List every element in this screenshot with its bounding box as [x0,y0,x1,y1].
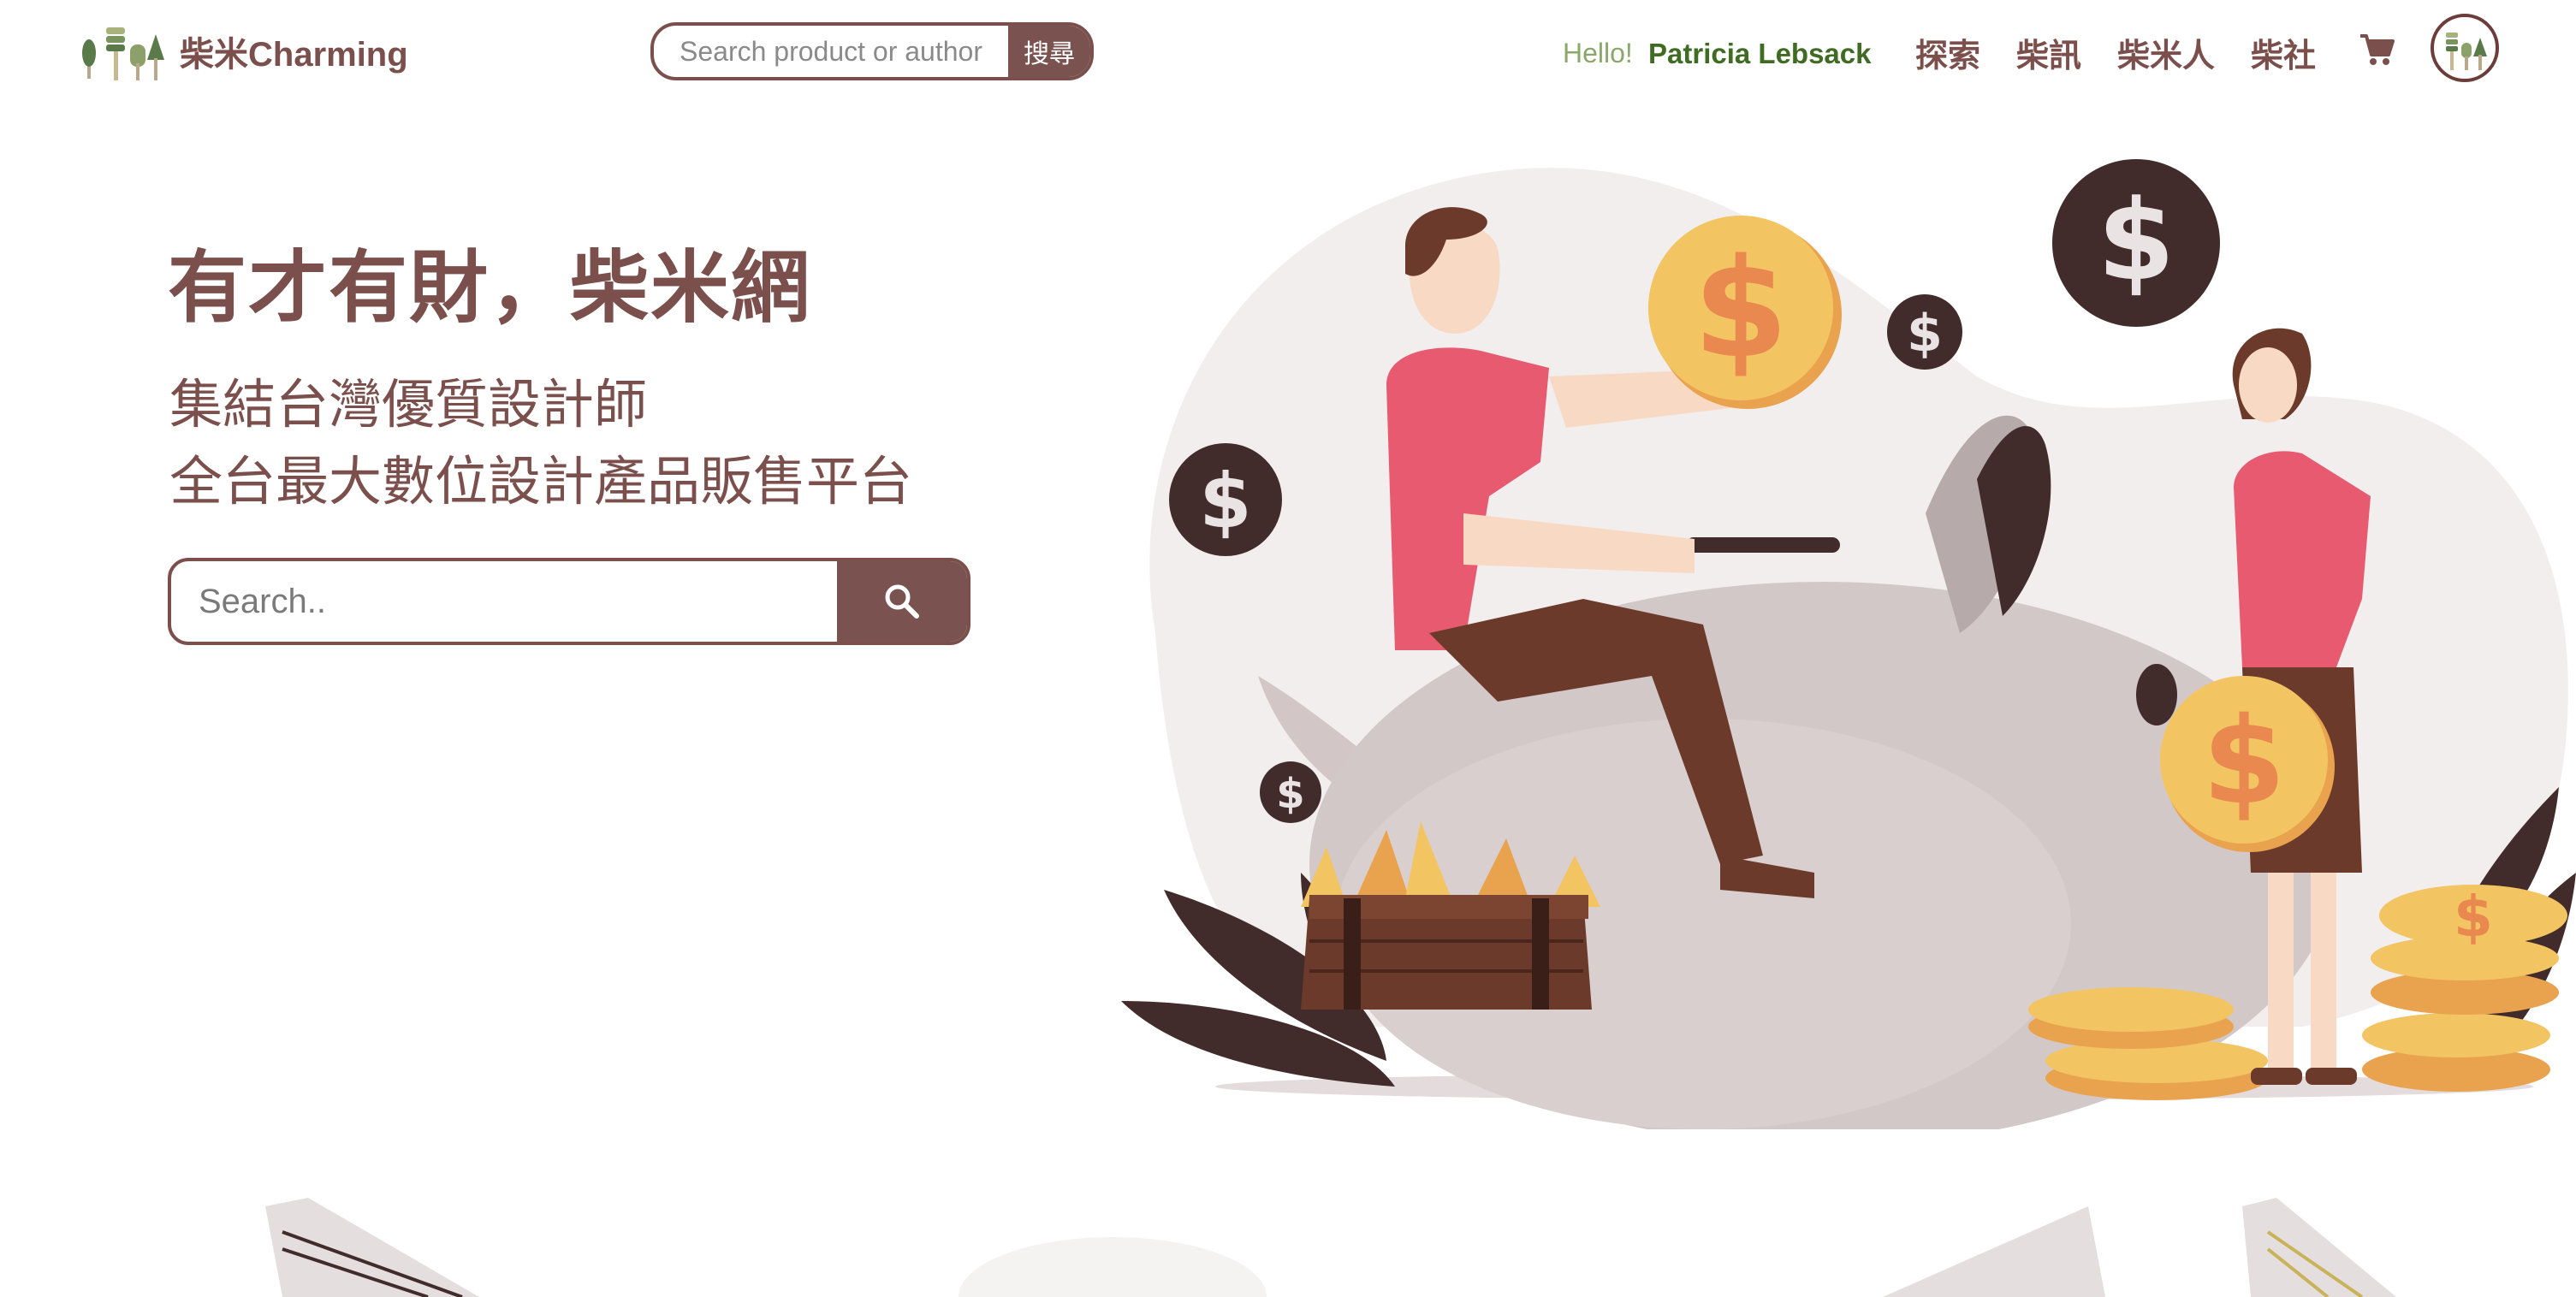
trees-logo-icon [82,27,164,80]
hero-subtitle-line2: 全台最大數位設計產品販售平台 [169,450,913,512]
hero-title: 有才有財，柴米網 [168,242,812,334]
nav-links: 探索 柴訊 柴米人 柴社 [1915,29,2316,76]
nav-link-community[interactable]: 柴社 [2251,29,2316,76]
svg-text:$: $ [2454,884,2493,950]
logo-text: 柴米Charming [180,36,408,74]
avatar-trees-icon [2446,33,2487,70]
avatar[interactable] [2431,14,2499,82]
hero-illustration: $ $ $ $ $ $ $ [1121,159,2576,1129]
username[interactable]: Patricia Lebsack [1648,38,1872,70]
nav-link-news[interactable]: 柴訊 [2016,29,2081,76]
nav-link-people[interactable]: 柴米人 [2117,29,2215,76]
hero-search-button[interactable] [837,561,967,642]
svg-text:$: $ [1907,304,1943,364]
dollar-coin-left-dark: $ [1169,443,1282,556]
svg-text:$: $ [2098,175,2175,305]
cart-icon[interactable] [2359,31,2396,68]
search-icon [885,584,919,619]
nav-link-explore[interactable]: 探索 [1915,29,1980,76]
nav-search-input[interactable] [654,26,1008,77]
logo[interactable]: 柴米Charming [80,21,408,82]
svg-text:$: $ [1693,228,1788,388]
nav-search-button[interactable]: 搜尋 [1008,26,1090,77]
svg-text:$: $ [1276,770,1304,818]
hero-subtitle-line1: 集結台灣優質設計師 [169,373,648,435]
hero-search-input[interactable] [171,561,837,642]
page: 柴米Charming 搜尋 Hello! Patricia Lebsack 探索… [0,0,2576,1297]
nav-search-bar: 搜尋 [650,22,1094,80]
navbar: 柴米Charming 搜尋 Hello! Patricia Lebsack 探索… [0,0,2576,103]
svg-text:$: $ [1199,457,1251,545]
dollar-coin-large-dark: $ [2052,159,2220,327]
dollar-coin-tiny-dark: $ [1260,761,1321,823]
dollar-coin-small-dark: $ [1887,294,1962,370]
bottom-section-art [265,1198,2396,1297]
svg-text:$: $ [2202,692,2285,832]
greeting-text: Hello! [1563,38,1633,68]
hero-search-bar [168,558,970,645]
